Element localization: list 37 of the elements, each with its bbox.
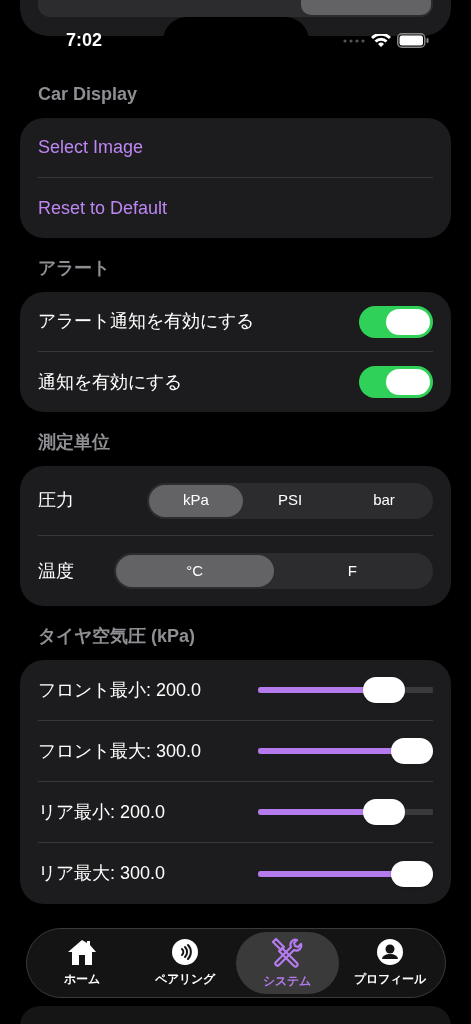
profile-icon: [375, 938, 404, 966]
tab-item[interactable]: ペアリング: [133, 932, 236, 994]
contactless-icon: [170, 938, 199, 966]
slider-thumb[interactable]: [391, 860, 433, 887]
setting-label: フロント最小: 200.0: [38, 678, 203, 702]
cellular-signal-icon: [343, 38, 365, 43]
status-time: 7:02: [66, 29, 103, 52]
wifi-icon: [371, 33, 391, 48]
unit-segment[interactable]: °C: [116, 555, 274, 587]
link-button[interactable]: Reset to Default: [38, 194, 168, 222]
tab-item[interactable]: プロフィール: [338, 932, 441, 994]
tab-item[interactable]: システム: [236, 932, 339, 994]
setting-label: リア最大: 300.0: [38, 862, 167, 885]
toggle-switch[interactable]: [359, 305, 433, 338]
unit-segment[interactable]: kPa: [149, 484, 243, 517]
toggle-switch[interactable]: [359, 366, 433, 398]
setting-label: 通知を有効にする: [38, 370, 183, 394]
unit-segment[interactable]: F: [273, 555, 431, 587]
slider-thumb[interactable]: [391, 738, 433, 764]
tab-item[interactable]: ホーム: [31, 932, 134, 994]
section-header: Car Display: [37, 82, 139, 106]
setting-label: リア最小: 200.0: [38, 800, 167, 824]
slider-thumb[interactable]: [363, 799, 406, 825]
link-button[interactable]: Select Image: [38, 134, 144, 161]
unit-segment[interactable]: PSI: [243, 484, 337, 517]
setting-label: アラート通知を有効にする: [38, 310, 255, 333]
battery-icon: [397, 33, 429, 48]
section-header: 測定単位: [37, 430, 111, 454]
setting-label: 温度: [38, 559, 75, 583]
home-icon: [66, 938, 99, 966]
unit-segment[interactable]: bar: [337, 484, 431, 517]
setting-label: フロント最大: 300.0: [38, 739, 203, 763]
section-header: タイヤ空気圧 (kPa): [37, 624, 197, 648]
tools-icon: [271, 936, 304, 968]
slider-thumb[interactable]: [363, 677, 406, 703]
section-header: アラート: [37, 256, 111, 280]
setting-label: 圧力: [38, 489, 75, 512]
